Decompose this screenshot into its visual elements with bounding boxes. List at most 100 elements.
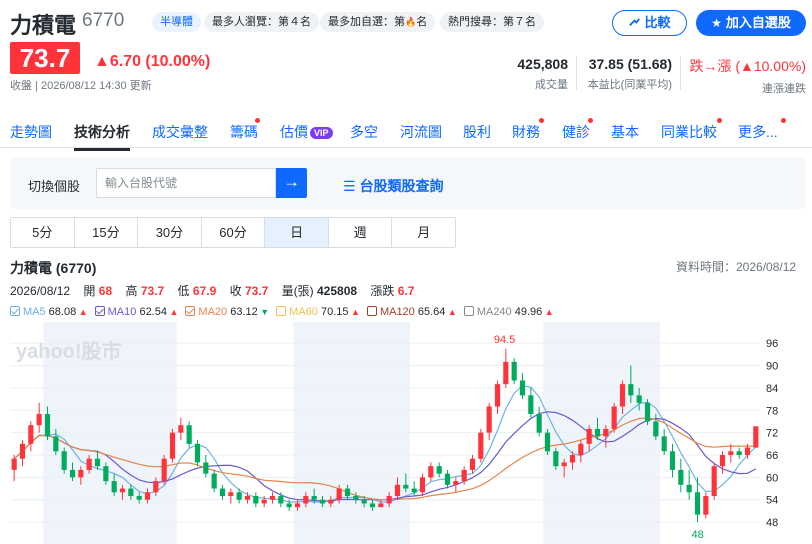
tab-bull-bear[interactable]: 多空 — [350, 122, 378, 142]
compare-icon — [629, 18, 641, 26]
tab-river-chart[interactable]: 河流圖 — [400, 122, 442, 142]
category-query-label: 台股類股查詢 — [359, 178, 444, 194]
ma-item-ma5[interactable]: MA5 68.08 ▲ — [10, 306, 88, 318]
period-15min[interactable]: 15分 — [75, 218, 139, 247]
stock-name: 力積電 — [10, 13, 77, 38]
ma-item-ma10[interactable]: MA10 62.54 ▲ — [94, 306, 178, 318]
candle-body — [403, 484, 409, 489]
search-submit-button[interactable]: → — [276, 168, 307, 198]
candle-body — [411, 488, 417, 493]
candle-body — [736, 451, 742, 455]
ma-item-ma20[interactable]: MA20 63.12 ▼ — [185, 306, 269, 318]
tab-technical[interactable]: 技術分析 — [74, 122, 130, 151]
price-change: ▲6.70 (10.00%) — [94, 53, 211, 70]
y-tick-label: 66 — [766, 450, 778, 462]
tab-trade-summary[interactable]: 成交彙整 — [152, 122, 208, 142]
ma-checkbox[interactable] — [94, 306, 105, 316]
streak-stat: 跌→漲 (▲10.00%) 連漲連跌 — [684, 56, 806, 96]
y-tick-label: 90 — [766, 361, 778, 373]
stock-ticker: 6770 — [82, 10, 125, 31]
candle-body — [303, 496, 309, 504]
watch-label: 加入自選股 — [725, 15, 791, 30]
tab-more[interactable]: 更多... — [738, 122, 778, 142]
period-month[interactable]: 月 — [392, 218, 455, 247]
candle-body — [461, 469, 467, 482]
period-60min[interactable]: 60分 — [202, 218, 266, 247]
candle-body — [611, 406, 617, 429]
candle-body — [278, 496, 284, 504]
y-tick-label: 48 — [766, 517, 778, 529]
candle-body — [28, 425, 34, 444]
hot-search-badge[interactable]: 熱門搜尋：第７名 — [440, 12, 544, 32]
ma-item-ma240[interactable]: MA240 49.96 ▲ — [463, 306, 554, 318]
candlestick-chart[interactable]: 96 90 84 78 72 66 60 54 48 yahoo!股市 94.5 48 — [0, 322, 812, 544]
period-day[interactable]: 日 — [265, 218, 329, 247]
candle-body — [553, 451, 559, 467]
most-watched-badge[interactable]: 最多加自選：第🔥名 — [320, 12, 436, 32]
tab-peer-compare[interactable]: 同業比較 — [661, 122, 717, 142]
candle-body — [586, 428, 592, 444]
ma-name: MA10 — [107, 306, 137, 318]
category-query-link[interactable]: ☰ 台股類股查詢 — [343, 176, 444, 196]
tab-financials[interactable]: 財務 — [512, 122, 540, 142]
ma-value: 68.08 — [45, 306, 77, 318]
ma-checkbox[interactable] — [185, 306, 196, 316]
y-tick-label: 84 — [766, 383, 778, 395]
new-dot — [539, 118, 544, 123]
pe-label: 本益比(同業平均) — [587, 79, 672, 91]
candle-body — [694, 492, 701, 515]
candle-body — [419, 477, 426, 493]
ma-checkbox[interactable] — [276, 306, 287, 316]
compare-label: 比較 — [644, 15, 671, 30]
industry-badge[interactable]: 半導體 — [152, 12, 201, 32]
period-30min[interactable]: 30分 — [138, 218, 202, 247]
candle-body — [36, 414, 42, 426]
candle-body — [619, 384, 626, 407]
ma-item-ma120[interactable]: MA120 65.64 ▲ — [366, 306, 457, 318]
compare-button[interactable]: 比較 — [612, 10, 687, 36]
candle-body — [128, 488, 134, 496]
period-5min[interactable]: 5分 — [11, 218, 75, 247]
candle-body — [78, 469, 84, 478]
candle-body — [219, 488, 226, 496]
candle-body — [111, 481, 117, 493]
streak-label: 連漲連跌 — [762, 83, 806, 95]
tab-trend[interactable]: 走勢圖 — [10, 122, 52, 142]
trend-up-icon: ▲ — [542, 307, 554, 317]
candle-body — [528, 395, 534, 414]
ma-checkbox[interactable] — [10, 306, 20, 316]
candle-body — [578, 443, 584, 455]
stock-code-input[interactable] — [96, 168, 276, 198]
candle-body — [378, 503, 384, 508]
candle-body — [519, 380, 526, 396]
candle-body — [636, 395, 642, 403]
y-tick-label: 72 — [766, 428, 778, 440]
candle-body — [236, 492, 242, 500]
high-price-label: 94.5 — [494, 334, 515, 346]
ma-checkbox[interactable] — [366, 306, 377, 316]
tab-valuation[interactable]: 估價 VIP — [280, 122, 333, 142]
y-tick-label: 54 — [766, 495, 778, 507]
candle-body — [269, 496, 276, 500]
ma-item-ma60[interactable]: MA60 70.15 ▲ — [276, 306, 360, 318]
candle-body — [261, 499, 267, 504]
tab-chips[interactable]: 籌碼 — [230, 122, 258, 142]
ma-value: 63.12 — [227, 306, 258, 318]
add-watchlist-button[interactable]: ★ 加入自選股 — [696, 10, 806, 36]
ma-name: MA60 — [289, 306, 318, 318]
period-week[interactable]: 週 — [329, 218, 393, 247]
vip-badge: VIP — [310, 127, 333, 140]
new-dot — [255, 118, 260, 123]
candle-body — [319, 499, 326, 504]
ma-checkbox[interactable] — [463, 306, 474, 316]
ohlc-row: 2026/08/12 開 68 高 73.7 低 67.9 收 73.7 量(張… — [10, 282, 414, 299]
candle-body — [678, 469, 684, 485]
tab-health[interactable]: 健診 — [562, 122, 590, 142]
candle-body — [169, 432, 176, 459]
candle-body — [686, 484, 692, 493]
tab-basics[interactable]: 基本 — [611, 122, 639, 142]
most-viewed-badge[interactable]: 最多人瀏覽：第４名 — [204, 12, 319, 32]
tab-dividend[interactable]: 股利 — [463, 122, 491, 142]
change-value: 6.7 — [397, 284, 415, 298]
candle-body — [311, 496, 317, 500]
